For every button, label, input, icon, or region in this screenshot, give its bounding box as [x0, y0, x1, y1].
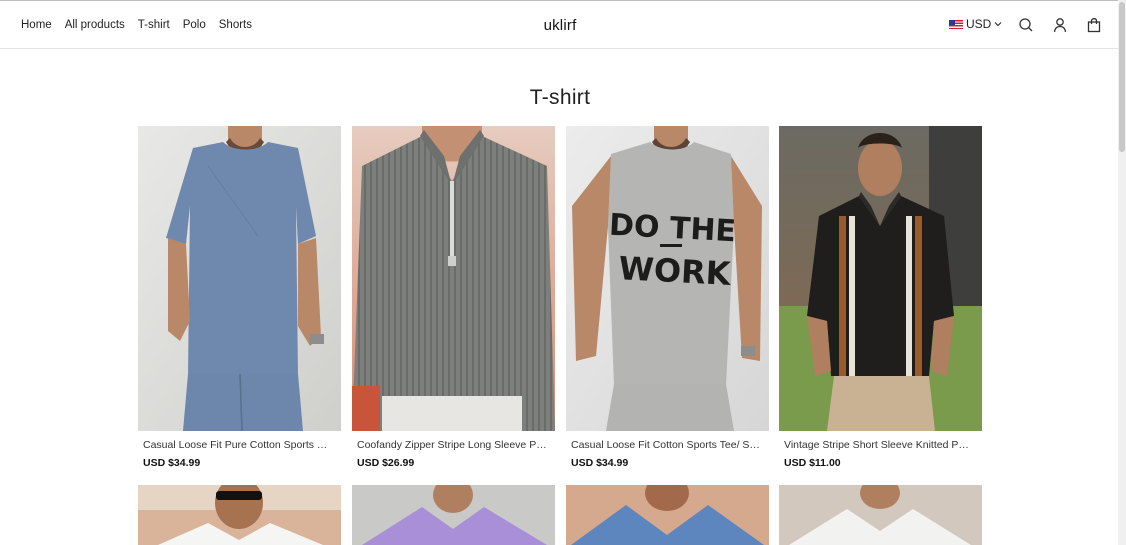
product-image[interactable]: DO THE WORK — [566, 126, 769, 431]
product-name[interactable]: Casual Loose Fit Pure Cotton Sports T-sh… — [143, 439, 333, 451]
product-name[interactable]: Casual Loose Fit Cotton Sports Tee/ Spor… — [571, 439, 761, 451]
product-price: USD $34.99 — [571, 457, 629, 469]
us-flag-icon — [949, 19, 963, 29]
product-price: USD $34.99 — [143, 457, 201, 469]
product-price: USD $11.00 — [784, 457, 841, 469]
page-title: T-shirt — [529, 86, 591, 109]
search-button[interactable] — [1016, 15, 1036, 35]
tee-print-line2: WORK — [618, 249, 733, 293]
cart-button[interactable] — [1084, 15, 1104, 35]
user-icon — [1053, 18, 1067, 33]
product-image[interactable] — [138, 485, 341, 545]
product-name[interactable]: Coofandy Zipper Stripe Long Sleeve Polo — [357, 439, 547, 451]
tee-print-line1: DO THE — [608, 208, 737, 250]
product-image[interactable] — [352, 485, 555, 545]
scrollbar[interactable] — [1118, 0, 1126, 545]
currency-label: USD — [966, 17, 992, 31]
product-image[interactable] — [779, 126, 982, 431]
currency-selector[interactable]: USD — [949, 17, 1003, 31]
account-button[interactable] — [1050, 15, 1070, 35]
shopping-bag-icon — [1087, 18, 1101, 33]
product-image[interactable] — [352, 126, 555, 431]
site-header: Home All products T-shirt Polo Shorts uk… — [0, 1, 1118, 49]
product-image[interactable] — [138, 126, 341, 431]
product-image[interactable] — [566, 485, 769, 545]
chevron-down-icon — [994, 22, 1002, 27]
product-image[interactable] — [779, 485, 982, 545]
product-price: USD $26.99 — [357, 457, 415, 469]
scrollbar-thumb[interactable] — [1119, 2, 1125, 152]
product-name[interactable]: Vintage Stripe Short Sleeve Knitted Polo… — [784, 439, 974, 451]
search-icon — [1019, 18, 1033, 32]
